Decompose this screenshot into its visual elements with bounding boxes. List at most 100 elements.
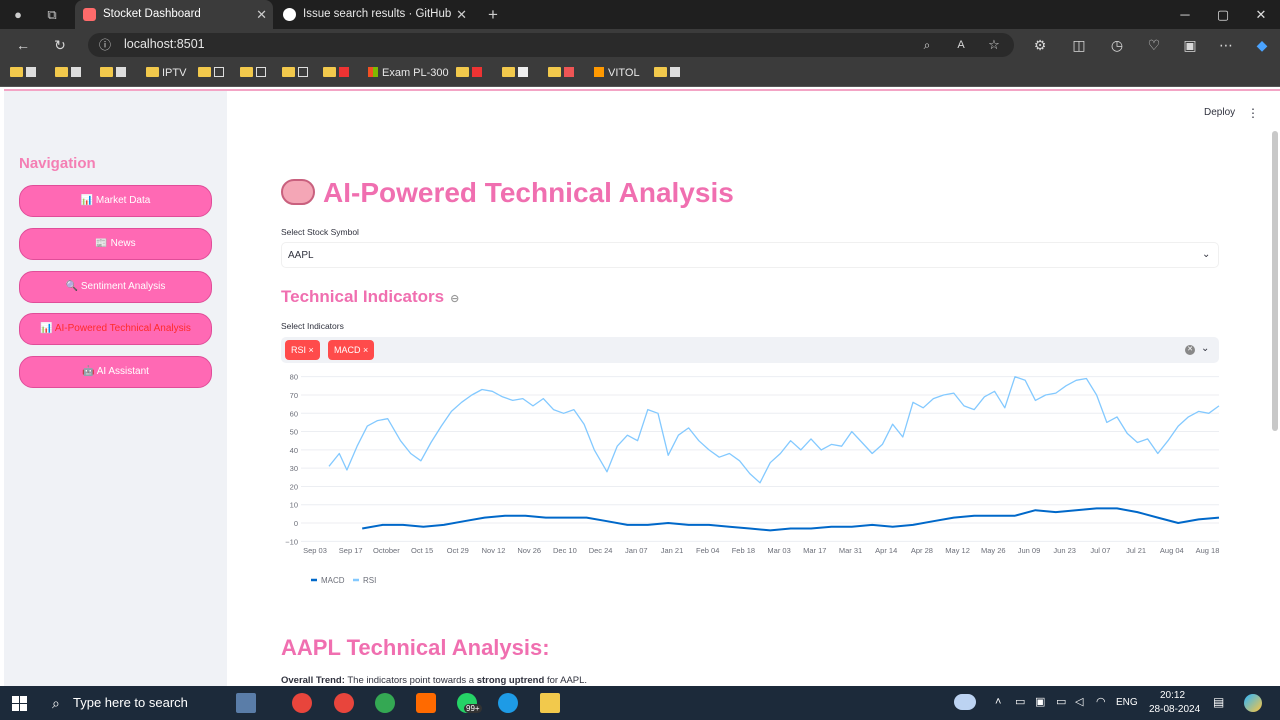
streamlit-page: Navigation 📊 Market Data 📰 News 🔍 Sentim…	[4, 89, 1280, 686]
anchor-link-icon[interactable]: ⊖	[450, 293, 459, 305]
url-text: localhost:8501	[124, 37, 205, 51]
sidebar-item-news[interactable]: 📰 News	[19, 228, 212, 260]
bookmark-folder[interactable]	[456, 66, 482, 81]
indicator-chart[interactable]: −10 0 10 20 30 40 50 60 70 80 Sep 03 Sep 17 October O…	[281, 367, 1221, 597]
y-tick-label: 40	[290, 446, 298, 455]
page-title: AI-Powered Technical Analysis	[281, 177, 734, 209]
tab-stocket-dashboard[interactable]: Stocket Dashboard ✕	[75, 0, 273, 29]
more-menu-icon[interactable]: ⋯	[1217, 36, 1235, 54]
folder-icon	[502, 67, 515, 78]
address-bar-row: ← ↻ ⓘ localhost:8501 ⌕ A ☆ ⚙ ◫ ◷ ♡ ▣ ⋯ ◆	[0, 29, 1280, 60]
bookmark-folder[interactable]	[10, 66, 36, 81]
maximize-icon[interactable]: ▢	[1204, 0, 1242, 29]
close-tab-icon[interactable]: ✕	[456, 0, 467, 29]
chevron-down-icon[interactable]: ⌄	[1201, 343, 1209, 354]
bookmark-folder[interactable]	[502, 66, 528, 81]
x-tick-label: Nov 26	[517, 546, 541, 555]
back-icon[interactable]: ←	[14, 36, 32, 54]
x-tick-label: Mar 03	[767, 546, 790, 555]
bookmark-folder[interactable]	[654, 66, 680, 81]
sidebar-item-ai-assistant[interactable]: 🤖 AI Assistant	[19, 356, 212, 388]
city-widget-icon[interactable]	[236, 693, 256, 713]
trend-summary: Overall Trend: The indicators point towa…	[281, 675, 588, 686]
y-tick-label: 80	[290, 373, 298, 382]
x-tick-label: Sep 17	[339, 546, 363, 555]
site-info-icon[interactable]: ⓘ	[96, 36, 114, 54]
show-hidden-icons-icon[interactable]: ˄	[995, 696, 1001, 708]
x-tick-label: Aug 18	[1196, 546, 1220, 555]
x-tick-label: Jan 21	[661, 546, 684, 555]
copilot-icon[interactable]: ◆	[1253, 36, 1271, 54]
clear-all-icon[interactable]: ✕	[1185, 345, 1195, 355]
remove-chip-icon[interactable]: ×	[363, 345, 368, 355]
bookmark-folder[interactable]	[55, 66, 81, 81]
edge-icon[interactable]	[498, 693, 518, 713]
symbol-select[interactable]: AAPL ⌄	[281, 242, 1219, 268]
remove-chip-icon[interactable]: ×	[309, 345, 314, 355]
bookmark-folder[interactable]	[548, 66, 574, 81]
bookmark-folder[interactable]	[198, 66, 224, 81]
main-menu-icon[interactable]: ⋮	[1247, 106, 1259, 120]
bookmark-folder[interactable]	[282, 66, 308, 81]
workspaces-icon[interactable]: ⧉	[43, 6, 61, 24]
bookmark-folder[interactable]	[100, 66, 126, 81]
x-tick-label: Nov 12	[482, 546, 506, 555]
bookmark-folder[interactable]	[240, 66, 266, 81]
chrome-icon[interactable]	[334, 693, 354, 713]
folder-icon	[10, 67, 23, 78]
collections-icon[interactable]: ▣	[1181, 36, 1199, 54]
taskbar-search[interactable]: ⌕ Type here to search	[48, 686, 224, 720]
windows-taskbar: ⌕ Type here to search 99+ ˄ ▭ ▣ ▭ ◁ ◠ ENG…	[0, 686, 1280, 720]
new-tab-icon[interactable]: +	[484, 6, 502, 24]
sidebar-item-technical-analysis[interactable]: 📊 AI-Powered Technical Analysis	[19, 313, 212, 345]
tab-github[interactable]: Issue search results · GitHub ✕	[275, 0, 473, 29]
sidebar-item-market-data[interactable]: 📊 Market Data	[19, 185, 212, 217]
notifications-icon[interactable]: ▤	[1213, 695, 1224, 709]
history-icon[interactable]: ◷	[1108, 36, 1126, 54]
chevron-down-icon[interactable]: ⌄	[1202, 249, 1210, 260]
minimize-icon[interactable]: ─	[1166, 0, 1204, 29]
close-window-icon[interactable]: ✕	[1242, 0, 1280, 29]
bookmark-iptv[interactable]: IPTV	[146, 66, 186, 81]
sidebar-item-sentiment-analysis[interactable]: 🔍 Sentiment Analysis	[19, 271, 212, 303]
bookmark-exam-pl300[interactable]: Exam PL-300	[368, 66, 449, 81]
refresh-icon[interactable]: ↻	[51, 36, 69, 54]
symbol-value: AAPL	[288, 250, 314, 261]
y-tick-label: 10	[290, 501, 298, 510]
windows-start-icon[interactable]	[12, 696, 27, 711]
battery-icon[interactable]: ▭	[1056, 695, 1066, 708]
chrome-icon[interactable]	[375, 693, 395, 713]
file-explorer-icon[interactable]	[540, 693, 560, 713]
y-tick-label: 20	[290, 482, 298, 491]
chrome-icon[interactable]	[292, 693, 312, 713]
indicators-multiselect[interactable]: RSI × MACD × ✕ ⌄	[281, 337, 1219, 363]
clock-date[interactable]: 28-08-2024	[1149, 704, 1200, 715]
weather-icon[interactable]	[954, 694, 976, 710]
zoom-icon[interactable]: ⌕	[918, 36, 936, 54]
scrollbar[interactable]	[1272, 131, 1278, 431]
split-screen-icon[interactable]: ◫	[1070, 36, 1088, 54]
wifi-icon[interactable]: ◠	[1096, 695, 1106, 708]
extensions-icon[interactable]: ⚙	[1031, 36, 1049, 54]
deploy-button[interactable]: Deploy	[1204, 107, 1235, 118]
app-icon[interactable]	[416, 693, 436, 713]
favorite-star-icon[interactable]: ☆	[985, 36, 1003, 54]
volume-icon[interactable]: ◁	[1075, 695, 1083, 708]
bookmark-folder[interactable]	[323, 66, 349, 81]
close-tab-icon[interactable]: ✕	[256, 0, 267, 29]
copilot-taskbar-icon[interactable]	[1244, 694, 1262, 712]
language-indicator[interactable]: ENG	[1116, 697, 1138, 708]
x-tick-label: Oct 29	[447, 546, 469, 555]
clock-time[interactable]: 20:12	[1160, 690, 1185, 701]
display-icon[interactable]: ▣	[1035, 695, 1045, 708]
browser-essentials-icon[interactable]: ♡	[1145, 36, 1163, 54]
indicator-chip-macd[interactable]: MACD ×	[328, 340, 375, 360]
github-favicon-icon	[283, 8, 296, 21]
read-aloud-icon[interactable]: A	[952, 36, 970, 54]
url-bar[interactable]: ⓘ localhost:8501 ⌕ A ☆	[88, 33, 1014, 57]
folder-icon	[100, 67, 113, 78]
indicator-chip-rsi[interactable]: RSI ×	[285, 340, 320, 360]
profile-icon[interactable]: ●	[9, 6, 27, 24]
bookmark-vitol[interactable]: VITOL	[594, 66, 640, 81]
network-icon[interactable]: ▭	[1015, 695, 1025, 708]
